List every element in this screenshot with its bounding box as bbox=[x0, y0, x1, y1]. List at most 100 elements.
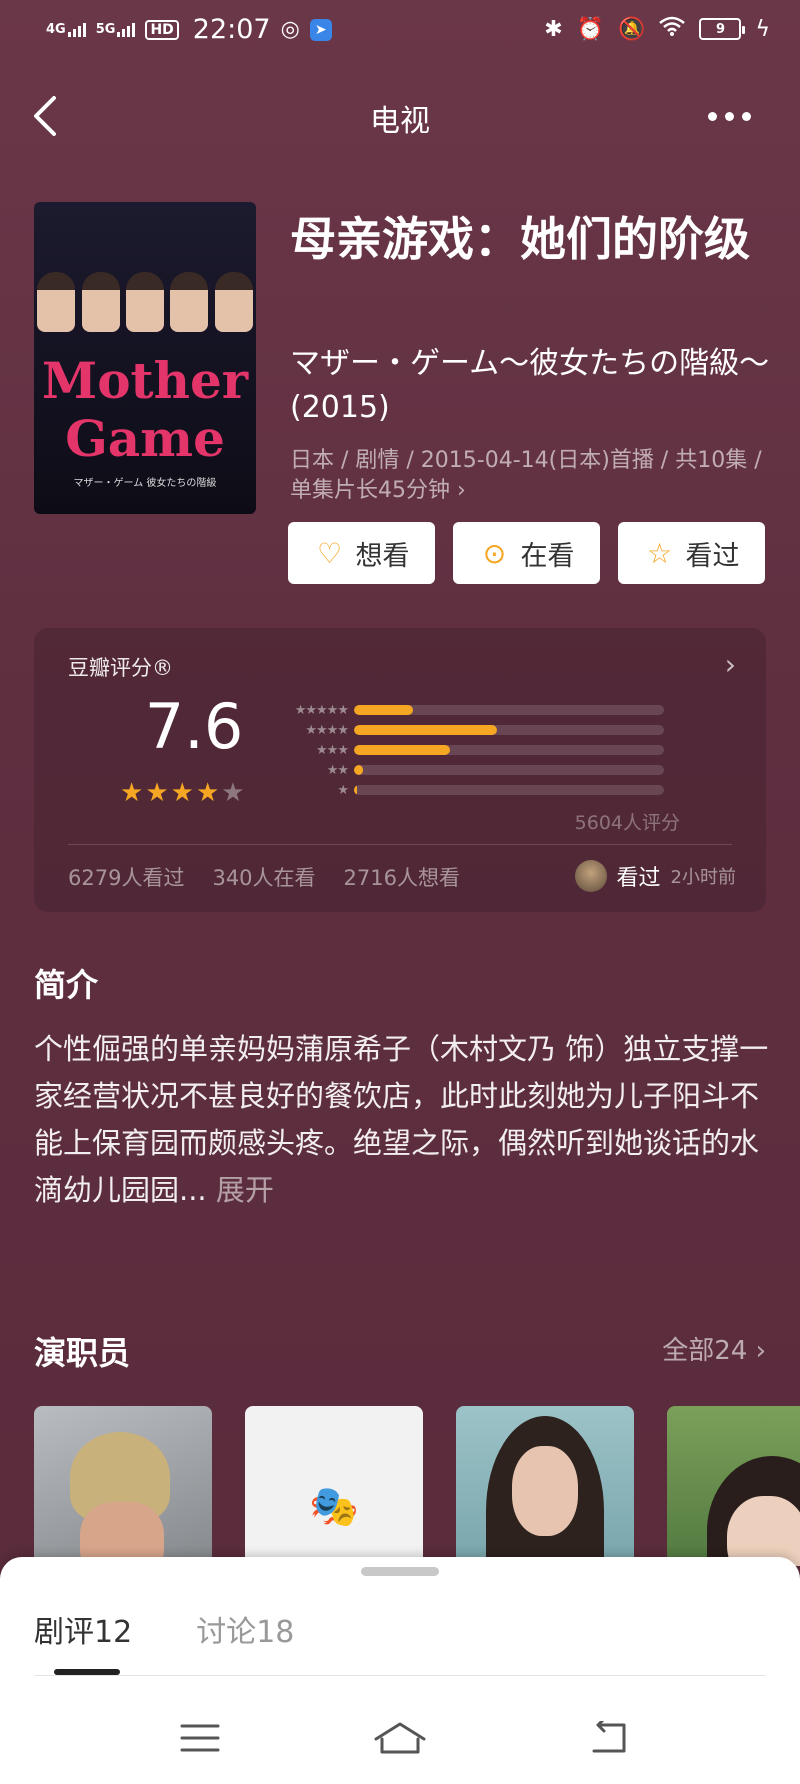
cast-all-link[interactable]: 全部24 › bbox=[662, 1330, 766, 1367]
dist-label-5: ★★★★★ bbox=[294, 702, 349, 718]
dist-label-4: ★★★★ bbox=[305, 722, 349, 738]
status-bar: 4G 5G HD 22:07 ◎ ➤ ✱ ⏰ 🔕 9 ϟ bbox=[0, 0, 800, 62]
clock: 22:07 bbox=[192, 14, 271, 45]
battery-icon: 9 bbox=[699, 18, 746, 40]
divider bbox=[34, 1675, 766, 1676]
watching-count[interactable]: 340人在看 bbox=[212, 862, 315, 892]
rating-count: 5604人评分 bbox=[574, 812, 680, 834]
avatar bbox=[574, 860, 607, 892]
rating-label: 豆瓣评分® bbox=[68, 656, 173, 680]
back-icon[interactable] bbox=[580, 1713, 640, 1763]
dist-label-2: ★★ bbox=[326, 762, 349, 778]
friend-activity[interactable]: 看过 2小时前 bbox=[574, 860, 736, 892]
menu-icon[interactable] bbox=[170, 1713, 230, 1763]
want-count[interactable]: 2716人想看 bbox=[344, 862, 460, 892]
rating-stars: ★ ★ ★ ★ ★ bbox=[120, 778, 245, 808]
divider bbox=[68, 844, 732, 845]
watching-button[interactable]: ⊙ 在看 bbox=[453, 522, 600, 584]
intro-body: 个性倔强的单亲妈妈蒲原希子（木村文乃 饰）独立支撑一家经营状况不甚良好的餐饮店，… bbox=[34, 1032, 769, 1207]
battery-level: 9 bbox=[715, 21, 725, 37]
more-dots-icon[interactable] bbox=[708, 98, 762, 134]
sheet-drag-handle[interactable] bbox=[361, 1567, 439, 1576]
watch-stats: 6279人看过 340人在看 2716人想看 bbox=[68, 862, 460, 892]
poster-subtitle: マザー・ゲーム 彼女たちの階級 bbox=[73, 478, 217, 489]
want-to-watch-label: 想看 bbox=[355, 540, 410, 572]
watching-label: 在看 bbox=[520, 540, 575, 572]
watched-button[interactable]: ☆ 看过 bbox=[618, 522, 765, 584]
watching-circle-icon: ⊙ bbox=[482, 536, 507, 570]
rating-dist-row: ★★★★★ bbox=[274, 700, 674, 720]
dist-bar-2 bbox=[354, 765, 364, 775]
heart-plus-icon: ♡ bbox=[316, 536, 343, 570]
show-title: 母亲游戏：她们的阶级 bbox=[290, 212, 750, 266]
star-icon: ★ bbox=[120, 778, 144, 808]
poster-image[interactable]: Mother Game マザー・ゲーム 彼女たちの階級 bbox=[34, 202, 256, 514]
rating-card[interactable]: 豆瓣评分® › 7.6 ★ ★ ★ ★ ★ ★★★★★ ★★★★ ★★★ ★★ … bbox=[34, 628, 766, 912]
dist-bar-1 bbox=[354, 785, 358, 795]
dist-label-3: ★★★ bbox=[316, 742, 349, 758]
network-type-label: 4G bbox=[46, 21, 66, 37]
intro-heading: 简介 bbox=[34, 966, 99, 1004]
tab-reviews[interactable]: 剧评12 bbox=[34, 1607, 132, 1651]
expand-link[interactable]: 展开 bbox=[216, 1173, 274, 1207]
tab-reviews-label: 剧评 bbox=[34, 1615, 94, 1650]
star-icon: ★ bbox=[195, 778, 220, 808]
system-nav-bar bbox=[0, 1691, 800, 1784]
rating-dist-row: ★★★ bbox=[274, 740, 674, 760]
mute-icon: 🔕 bbox=[618, 16, 646, 42]
tab-discussions[interactable]: 讨论18 bbox=[196, 1607, 294, 1651]
dist-bar-4 bbox=[354, 725, 497, 735]
alarm-icon: ⏰ bbox=[576, 16, 605, 42]
sheet-tabs: 剧评12 讨论18 bbox=[34, 1607, 294, 1651]
tab-reviews-count: 12 bbox=[94, 1615, 133, 1650]
action-buttons: ♡ 想看 ⊙ 在看 ☆ 看过 bbox=[288, 522, 765, 584]
watched-label: 看过 bbox=[685, 540, 740, 572]
charging-icon: ϟ bbox=[755, 16, 770, 42]
signal-icon: 4G bbox=[46, 21, 86, 37]
hd-badge: HD bbox=[145, 19, 179, 40]
friend-time: 2小时前 bbox=[670, 867, 736, 888]
wifi-icon bbox=[659, 16, 686, 42]
nav-title: 电视 bbox=[370, 104, 430, 139]
show-original-title: マザー・ゲーム～彼女たちの階級～ (2015) bbox=[290, 346, 770, 425]
cast-card[interactable]: 🎭 bbox=[245, 1406, 423, 1566]
tab-discussions-label: 讨论 bbox=[196, 1615, 257, 1650]
rating-score: 7.6 bbox=[144, 690, 244, 763]
want-to-watch-button[interactable]: ♡ 想看 bbox=[288, 522, 435, 584]
cast-card[interactable] bbox=[456, 1406, 634, 1566]
theater-mask-icon: 🎭 bbox=[309, 1483, 359, 1530]
star-outline-icon: ☆ bbox=[646, 536, 673, 570]
weibo-icon: ◎ bbox=[280, 17, 300, 42]
bluetooth-icon: ✱ bbox=[544, 16, 563, 42]
watched-count[interactable]: 6279人看过 bbox=[68, 862, 184, 892]
bottom-sheet[interactable]: 剧评12 讨论18 bbox=[0, 1557, 800, 1691]
poster-title-line2: Game bbox=[65, 409, 225, 468]
signal-icon-2: 5G bbox=[95, 21, 136, 37]
star-empty-icon: ★ bbox=[221, 778, 245, 808]
cast-card[interactable] bbox=[34, 1406, 212, 1566]
show-meta[interactable]: 日本 / 剧情 / 2015-04-14(日本)首播 / 共10集 / 单集片长… bbox=[290, 446, 770, 506]
rating-dist-row: ★★ bbox=[274, 760, 674, 780]
star-icon: ★ bbox=[145, 778, 169, 808]
star-icon: ★ bbox=[170, 778, 194, 808]
app-notification-icon: ➤ bbox=[309, 18, 332, 41]
cast-heading: 演职员 bbox=[34, 1334, 131, 1372]
poster-title-line1: Mother bbox=[41, 351, 249, 410]
intro-text: 个性倔强的单亲妈妈蒲原希子（木村文乃 饰）独立支撑一家经营状况不甚良好的餐饮店，… bbox=[34, 1026, 774, 1214]
page: 4G 5G HD 22:07 ◎ ➤ ✱ ⏰ 🔕 9 ϟ 电视 Mother G… bbox=[0, 0, 800, 1784]
network-type-label-2: 5G bbox=[95, 21, 116, 37]
cast-card[interactable] bbox=[667, 1406, 800, 1566]
dist-label-1: ★ bbox=[337, 782, 349, 798]
tab-discussions-count: 18 bbox=[256, 1615, 295, 1650]
cast-list: 🎭 bbox=[34, 1406, 800, 1566]
home-icon[interactable] bbox=[370, 1713, 430, 1763]
poster-cast-photo bbox=[34, 212, 256, 332]
rating-distribution: ★★★★★ ★★★★ ★★★ ★★ ★ bbox=[274, 700, 674, 800]
dist-bar-5 bbox=[354, 705, 413, 715]
poster-title: Mother Game bbox=[34, 352, 256, 468]
friend-action: 看过 bbox=[616, 866, 661, 891]
nav-bar: 电视 bbox=[0, 80, 800, 152]
rating-dist-row: ★ bbox=[274, 780, 674, 800]
chevron-right-icon[interactable]: › bbox=[725, 648, 736, 681]
rating-dist-row: ★★★★ bbox=[274, 720, 674, 740]
